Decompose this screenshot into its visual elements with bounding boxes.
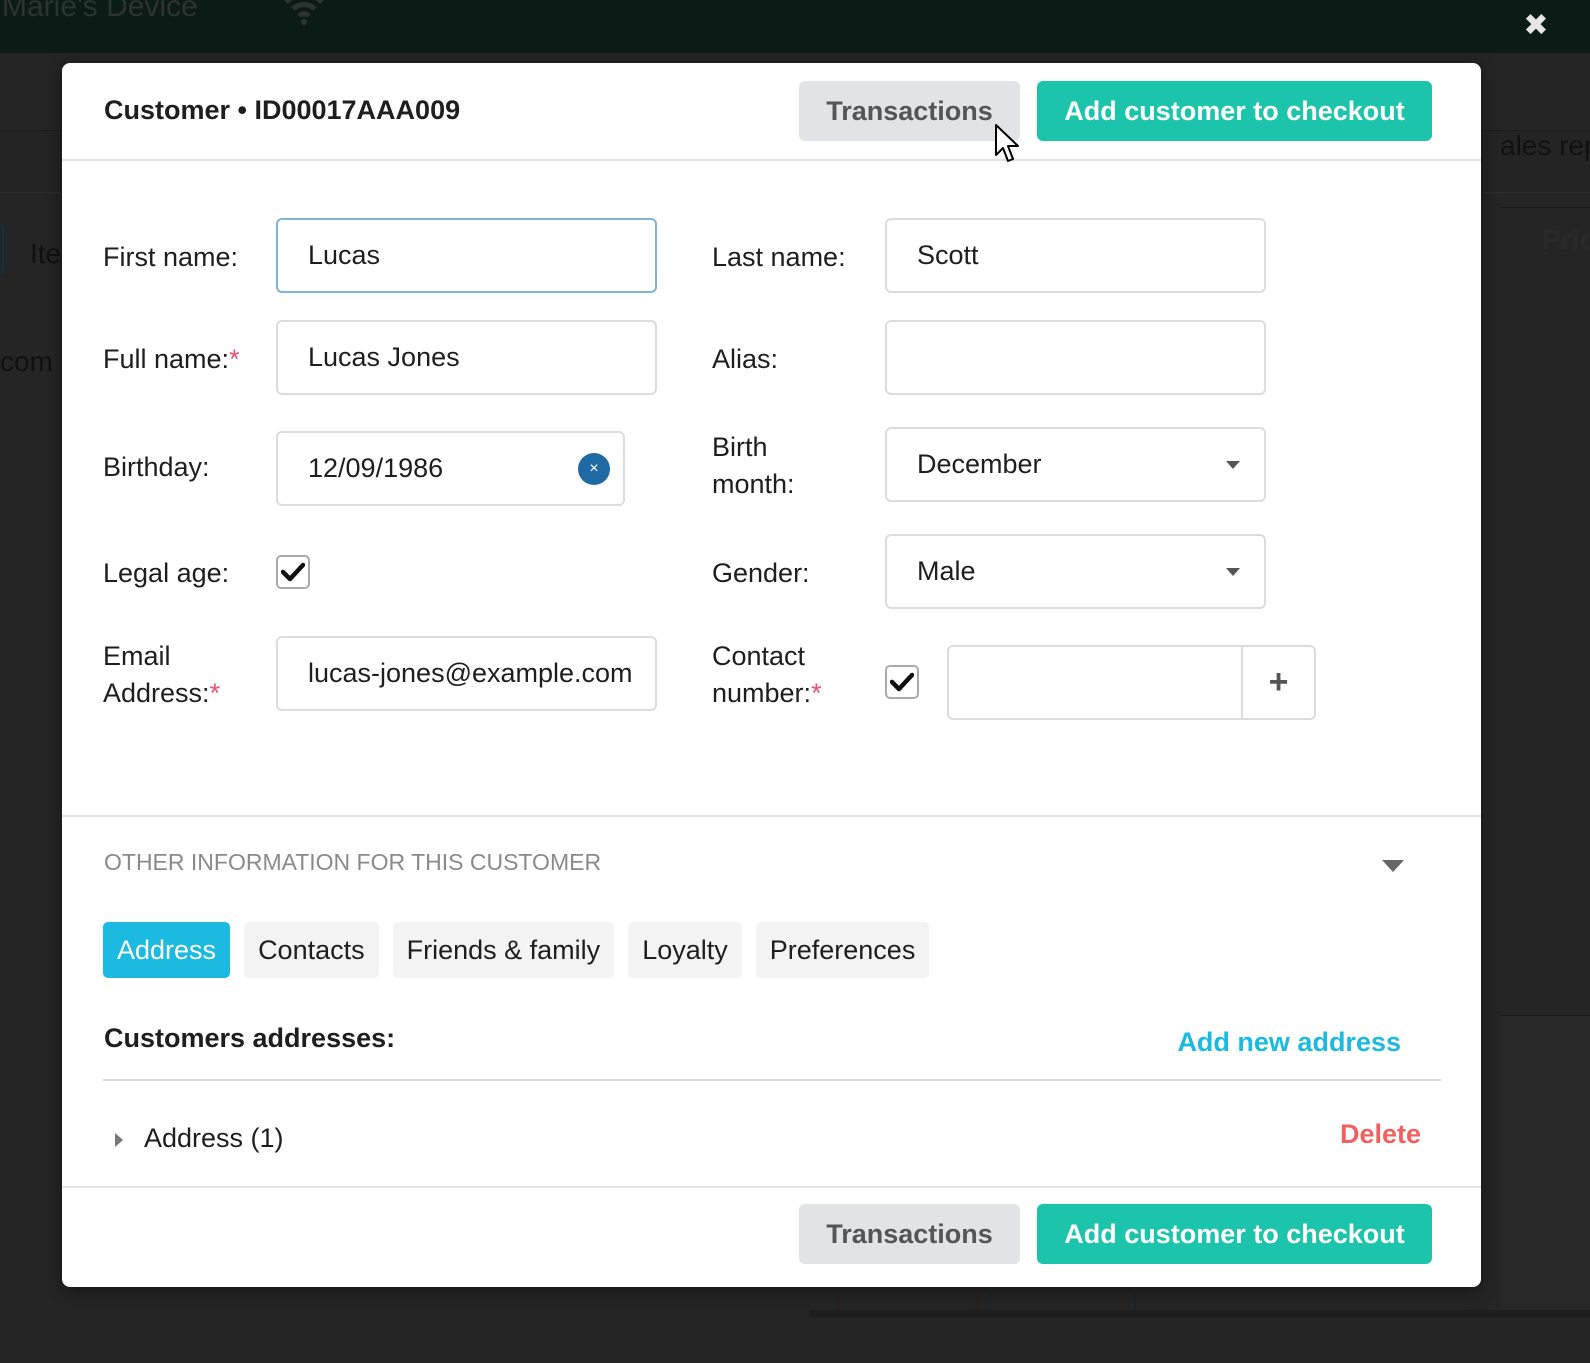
required-asterisk: * <box>209 678 221 708</box>
background-text: ales rep <box>1500 130 1590 161</box>
collapse-section-icon[interactable] <box>1382 860 1404 872</box>
birthday-input[interactable]: 12/09/1986 × <box>276 431 625 506</box>
birth-month-label-line1: Birth <box>712 432 768 462</box>
other-info-tabs: Address Contacts Friends & family Loyalt… <box>103 922 930 978</box>
background-button <box>990 1290 1136 1312</box>
wifi-icon <box>284 0 324 25</box>
other-info-title: OTHER INFORMATION FOR THIS CUSTOMER <box>104 849 602 875</box>
checkmark-icon <box>281 562 305 582</box>
customer-modal: Customer • ID00017AAA009 Transactions Ad… <box>62 63 1481 1287</box>
modal-header: Customer • ID00017AAA009 Transactions Ad… <box>62 63 1481 161</box>
contact-number-label-line1: Contact <box>712 641 806 671</box>
contact-number-input[interactable] <box>949 647 1241 718</box>
full-name-label: Full name:* <box>103 341 240 378</box>
background-panel <box>1500 1015 1590 1315</box>
section-divider <box>62 815 1481 817</box>
email-input[interactable]: lucas-jones@example.com <box>276 636 657 711</box>
clear-date-icon[interactable]: × <box>578 453 610 485</box>
full-name-label-text: Full name: <box>103 344 230 374</box>
required-asterisk: * <box>811 678 822 708</box>
last-name-label: Last name: <box>712 242 846 272</box>
gender-label: Gender: <box>712 558 810 588</box>
background-button <box>838 1290 978 1312</box>
birthday-label: Birthday: <box>103 452 210 482</box>
email-value: lucas-jones@example.com <box>308 658 633 688</box>
birthday-value: 12/09/1986 <box>308 453 444 483</box>
birth-month-label: Birth month: <box>712 429 795 503</box>
last-name-input[interactable]: Scott <box>885 218 1266 293</box>
footer-divider <box>62 1186 1481 1188</box>
alias-input[interactable] <box>885 320 1266 395</box>
contact-number-label-line2: number: <box>712 678 812 708</box>
device-name: Marie's Device <box>2 0 198 23</box>
address-name[interactable]: Address (1) <box>144 1123 284 1154</box>
close-icon[interactable]: ✖ <box>1522 11 1550 41</box>
required-asterisk: * <box>229 344 240 374</box>
email-label-line1: Email <box>103 641 171 671</box>
birth-month-value: December <box>917 449 1042 479</box>
gender-select[interactable]: Male <box>885 534 1266 609</box>
first-name-label: First name: <box>103 242 239 272</box>
contact-number-group: + <box>947 645 1316 720</box>
first-name-value: Lucas <box>308 240 381 270</box>
chevron-down-icon <box>1226 461 1240 469</box>
expand-caret-icon[interactable] <box>115 1133 123 1147</box>
add-customer-to-checkout-button[interactable]: Add customer to checkout <box>1037 81 1432 141</box>
addresses-divider <box>103 1079 1441 1081</box>
legal-age-label: Legal age: <box>103 558 230 588</box>
address-list-item: Address (1) Delete <box>103 1113 1441 1169</box>
gender-value: Male <box>917 556 976 586</box>
addresses-heading: Customers addresses: <box>104 1023 396 1053</box>
contact-number-label: Contact number:* <box>712 638 822 712</box>
full-name-input[interactable]: Lucas Jones <box>276 320 657 395</box>
footer-transactions-button[interactable]: Transactions <box>799 1204 1020 1264</box>
background-tab <box>0 224 4 274</box>
tab-contacts[interactable]: Contacts <box>244 922 379 978</box>
birth-month-select[interactable]: December <box>885 427 1266 502</box>
email-label-line2: Address: <box>103 678 210 708</box>
top-bar: Marie's Device ✖ <box>0 0 1590 53</box>
background-text: Ite <box>30 238 62 269</box>
checkmark-icon <box>890 672 914 692</box>
add-new-address-link[interactable]: Add new address <box>1177 1027 1401 1058</box>
modal-title: Customer • ID00017AAA009 <box>104 95 461 125</box>
background-strip <box>810 1310 1590 1318</box>
first-name-input[interactable]: Lucas <box>276 218 657 293</box>
last-name-value: Scott <box>917 240 979 270</box>
tab-loyalty[interactable]: Loyalty <box>628 922 742 978</box>
full-name-value: Lucas Jones <box>308 342 460 372</box>
legal-age-checkbox[interactable] <box>276 555 310 589</box>
contact-number-checkbox[interactable] <box>885 665 919 699</box>
background-divider <box>1500 207 1590 208</box>
delete-address-link[interactable]: Delete <box>1340 1119 1421 1150</box>
background-text: Pric <box>1542 224 1590 255</box>
email-label: Email Address:* <box>103 638 220 712</box>
plus-icon: + <box>1268 663 1289 701</box>
tab-address[interactable]: Address <box>103 922 231 978</box>
tab-friends-family[interactable]: Friends & family <box>392 922 615 978</box>
footer-add-customer-to-checkout-button[interactable]: Add customer to checkout <box>1037 1204 1432 1264</box>
chevron-down-icon <box>1226 568 1240 576</box>
add-contact-number-button[interactable]: + <box>1241 647 1314 718</box>
birth-month-label-line2: month: <box>712 469 795 499</box>
alias-label: Alias: <box>712 344 779 374</box>
tab-preferences[interactable]: Preferences <box>755 922 930 978</box>
background-text: com <box>0 346 53 377</box>
transactions-button[interactable]: Transactions <box>799 81 1020 141</box>
